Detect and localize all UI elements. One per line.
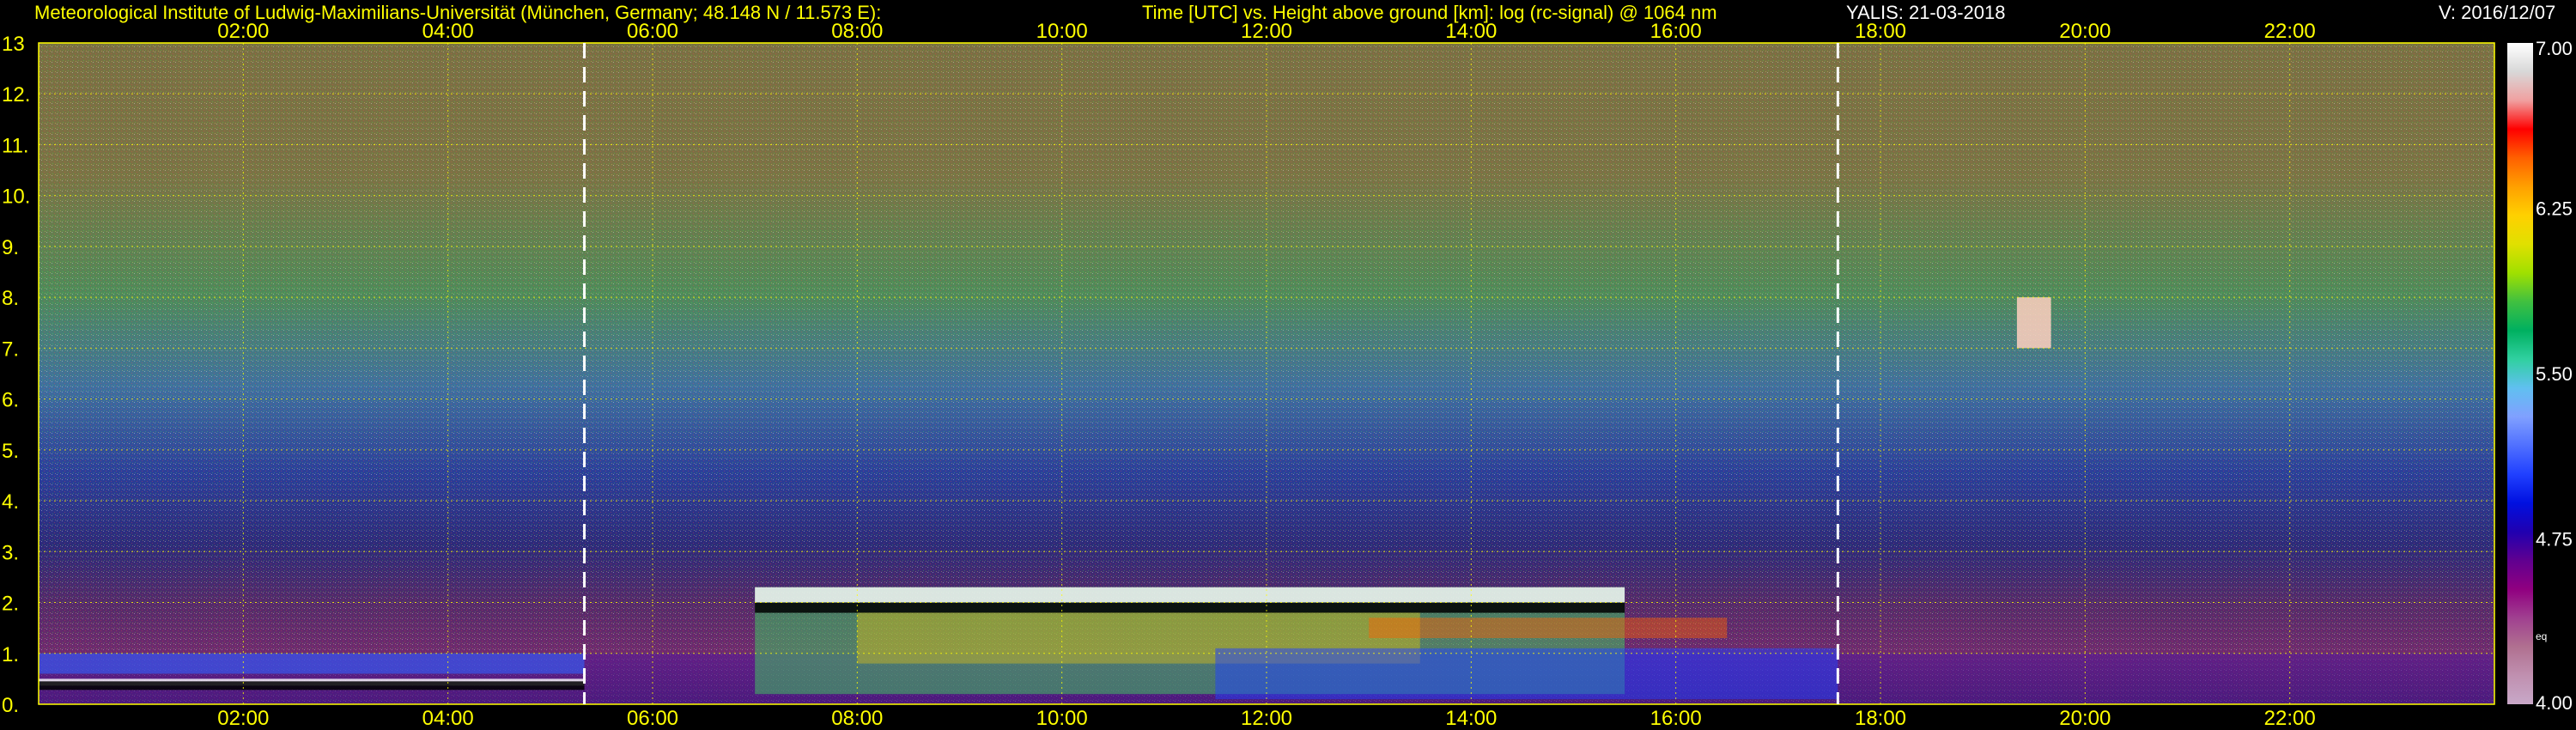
morning-blue-band xyxy=(39,653,585,674)
y-tick-label: 1. xyxy=(2,643,19,666)
y-tick-labels: 0. 1. 2. 3. 4. 5. 6. 7. 8. 9. 10. 11. 12. 13 xyxy=(2,33,30,717)
y-tick-label: 8. xyxy=(2,287,19,310)
x-tick-label-top: 14:00 xyxy=(1445,20,1497,43)
version-label: V: 2016/12/07 xyxy=(2439,2,2555,23)
cloud-base-black xyxy=(755,602,1625,613)
y-tick-label: 2. xyxy=(2,593,19,616)
x-tick-label-top: 12:00 xyxy=(1241,20,1292,43)
colorbar-label: 4.00 xyxy=(2536,692,2573,714)
colorbar-labels: 7.00 6.25 5.50 4.75 4.00 xyxy=(2536,38,2573,714)
surface-layer-black xyxy=(39,681,585,690)
x-tick-label-bottom: 08:00 xyxy=(831,707,883,730)
x-tick-label-top: 22:00 xyxy=(2264,20,2316,43)
x-tick-label-top: 06:00 xyxy=(627,20,678,43)
y-tick-label: 10. xyxy=(2,186,30,209)
x-tick-label-bottom: 20:00 xyxy=(2059,707,2111,730)
y-tick-label: 4. xyxy=(2,490,19,514)
colorbar-gradient xyxy=(2507,43,2533,704)
y-tick-label: 13 xyxy=(2,33,25,56)
x-tick-labels-top: 02:00 04:00 06:00 08:00 10:00 12:00 14:00 16:00… xyxy=(217,20,2315,43)
x-tick-label-bottom: 10:00 xyxy=(1036,707,1088,730)
x-tick-label-top: 18:00 xyxy=(1855,20,1906,43)
y-tick-label: 9. xyxy=(2,236,19,259)
x-tick-label-bottom: 14:00 xyxy=(1445,707,1497,730)
x-tick-label-bottom: 04:00 xyxy=(422,707,474,730)
colorbar: 7.00 6.25 5.50 4.75 4.00 eq xyxy=(2507,38,2573,714)
cloud-top-white xyxy=(755,587,1625,603)
x-tick-label-top: 20:00 xyxy=(2059,20,2111,43)
colorbar-label: 7.00 xyxy=(2536,38,2573,59)
colorbar-label: 5.50 xyxy=(2536,363,2573,385)
y-tick-label: 6. xyxy=(2,389,19,412)
x-tick-label-bottom: 06:00 xyxy=(627,707,678,730)
x-tick-label-bottom: 16:00 xyxy=(1650,707,1702,730)
colorbar-unit-note: eq xyxy=(2536,630,2547,642)
y-tick-label: 5. xyxy=(2,440,19,463)
x-tick-label-top: 16:00 xyxy=(1650,20,1702,43)
x-tick-label-bottom: 22:00 xyxy=(2264,707,2316,730)
y-tick-label: 12. xyxy=(2,83,30,106)
y-tick-label: 0. xyxy=(2,694,19,717)
high-cloud xyxy=(2016,297,2051,349)
colorbar-label: 6.25 xyxy=(2536,198,2573,220)
boundary-layer-orange xyxy=(1369,617,1728,638)
y-tick-label: 3. xyxy=(2,541,19,564)
x-tick-label-top: 02:00 xyxy=(217,20,269,43)
x-tick-label-top: 08:00 xyxy=(831,20,883,43)
x-tick-labels-bottom: 02:00 04:00 06:00 08:00 10:00 12:00 14:00 16:00… xyxy=(217,707,2315,730)
lidar-quicklook: Meteorological Institute of Ludwig-Maxim… xyxy=(2,2,2573,730)
x-tick-label-top: 10:00 xyxy=(1036,20,1088,43)
plot-area xyxy=(38,42,2495,705)
x-tick-label-top: 04:00 xyxy=(422,20,474,43)
x-tick-label-bottom: 02:00 xyxy=(217,707,269,730)
colorbar-label: 4.75 xyxy=(2536,529,2573,551)
y-tick-label: 7. xyxy=(2,338,19,361)
x-tick-label-bottom: 18:00 xyxy=(1855,707,1906,730)
y-tick-label: 11. xyxy=(2,134,29,157)
x-tick-label-bottom: 12:00 xyxy=(1241,707,1292,730)
afternoon-blue-band xyxy=(1215,648,1838,700)
chart-title: Time [UTC] vs. Height above ground [km]:… xyxy=(1142,2,1717,23)
